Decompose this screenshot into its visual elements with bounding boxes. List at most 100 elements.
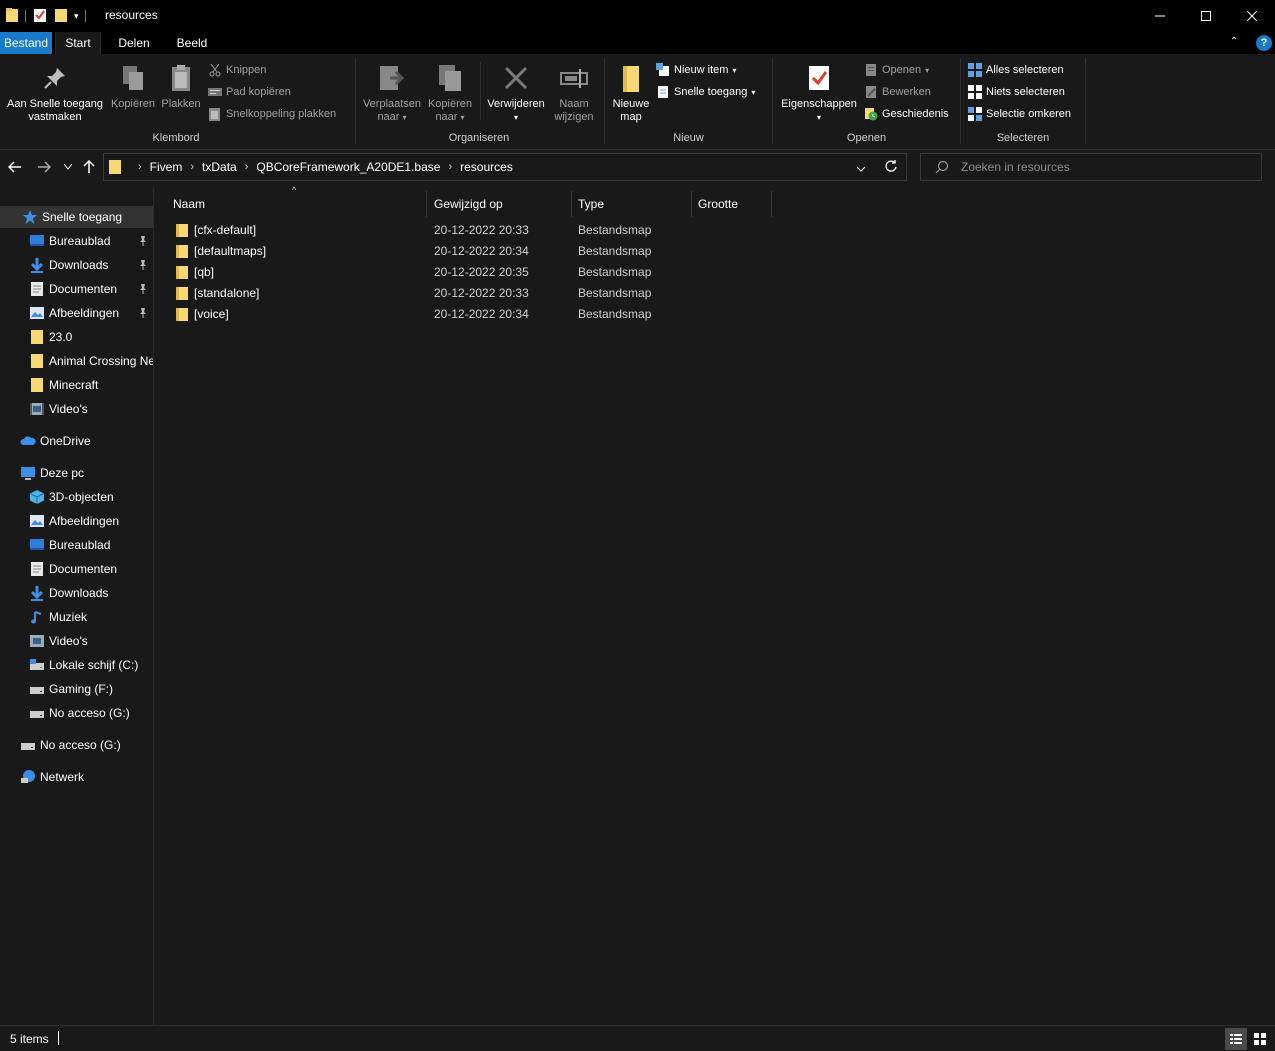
properties-icon[interactable] xyxy=(32,7,48,26)
pin-quick-access-button[interactable]: Aan Snelle toegang vastmaken xyxy=(2,56,108,124)
easy-access-button[interactable]: Snelle toegang ▾ xyxy=(656,82,755,102)
column-header-size[interactable]: Grootte xyxy=(692,191,772,217)
file-row[interactable]: [defaultmaps] 20-12-2022 20:34 Bestandsm… xyxy=(167,241,767,262)
copy-to-button[interactable]: Kopiëren naar ▾ xyxy=(425,56,475,124)
back-button[interactable] xyxy=(4,156,26,178)
nav-pc-bureaublad[interactable]: Bureaublad xyxy=(0,534,153,556)
nav-pc-3d-objects[interactable]: 3D-objecten xyxy=(0,486,153,508)
nav-pc-drive-f[interactable]: Gaming (F:) xyxy=(0,678,153,700)
nav-recent-animal-crossing[interactable]: Animal Crossing New Horizons xyxy=(0,350,153,372)
file-modified: 20-12-2022 20:34 xyxy=(434,307,529,321)
select-all-button[interactable]: Alles selecteren xyxy=(968,60,1064,80)
address-bar[interactable]: › Fivem › txData › QBCoreFramework_A20DE… xyxy=(103,153,907,181)
column-header-type[interactable]: Type xyxy=(572,191,692,217)
search-input[interactable]: Zoeken in resources xyxy=(920,153,1262,181)
file-modified: 20-12-2022 20:34 xyxy=(434,244,529,258)
refresh-button[interactable] xyxy=(884,159,898,176)
close-button[interactable] xyxy=(1229,0,1275,32)
maximize-button[interactable] xyxy=(1183,0,1229,32)
cut-button[interactable]: Knippen xyxy=(208,60,266,80)
up-button[interactable] xyxy=(78,156,100,178)
folder-icon[interactable] xyxy=(5,7,19,26)
file-row[interactable]: [cfx-default] 20-12-2022 20:33 Bestandsm… xyxy=(167,220,767,241)
drive-icon xyxy=(30,711,44,718)
nav-pc-drive-g[interactable]: No acceso (G:) xyxy=(0,702,153,724)
rename-button[interactable]: Naam wijzigen xyxy=(549,56,599,124)
new-folder-button[interactable]: Nieuwe map xyxy=(608,56,654,124)
address-history-dropdown[interactable] xyxy=(856,162,866,176)
pin-icon xyxy=(39,62,71,94)
copy-button[interactable]: Kopiëren xyxy=(108,56,158,111)
breadcrumb-resources[interactable]: resources xyxy=(456,160,517,174)
nav-recent-videos[interactable]: Video's xyxy=(0,398,153,420)
invert-selection-button[interactable]: Selectie omkeren xyxy=(968,104,1071,124)
column-header-name[interactable]: Naam xyxy=(167,191,427,217)
tab-beeld[interactable]: Beeld xyxy=(168,32,216,54)
nav-pc-drive-c[interactable]: Lokale schijf (C:) xyxy=(0,654,153,676)
forward-button[interactable] xyxy=(33,156,55,178)
collapse-ribbon-icon[interactable]: ⌃ xyxy=(1230,36,1238,47)
nav-pinned-documenten[interactable]: Documenten xyxy=(0,278,153,300)
scissors-icon xyxy=(209,63,221,77)
properties-button[interactable]: Eigenschappen ▾ xyxy=(776,56,862,124)
open-button[interactable]: Openen ▾ xyxy=(864,60,929,80)
maximize-icon xyxy=(1201,11,1211,21)
nav-pc-downloads[interactable]: Downloads xyxy=(0,582,153,604)
nav-pc-afbeeldingen[interactable]: Afbeeldingen xyxy=(0,510,153,532)
file-row[interactable]: [voice] 20-12-2022 20:34 Bestandsmap xyxy=(167,304,767,325)
breadcrumb-txdata[interactable]: txData xyxy=(198,160,241,174)
select-none-button[interactable]: Niets selecteren xyxy=(968,82,1065,102)
chevron-right-icon[interactable]: › xyxy=(444,161,456,173)
ribbon-separator xyxy=(355,58,356,144)
nav-pc-videos[interactable]: Video's xyxy=(0,630,153,652)
copy-path-button[interactable]: Pad kopiëren xyxy=(208,82,291,102)
file-row[interactable]: [standalone] 20-12-2022 20:33 Bestandsma… xyxy=(167,283,767,304)
details-view-button[interactable] xyxy=(1225,1028,1247,1050)
pictures-icon xyxy=(30,307,44,319)
history-button[interactable]: Geschiedenis xyxy=(864,104,949,124)
nav-pinned-bureaublad[interactable]: Bureaublad xyxy=(0,230,153,252)
nav-removable-drive-g[interactable]: No acceso (G:) xyxy=(0,734,153,756)
recent-locations-button[interactable] xyxy=(58,156,78,178)
nav-onedrive[interactable]: OneDrive xyxy=(0,430,153,452)
nav-recent-minecraft[interactable]: Minecraft xyxy=(0,374,153,396)
ribbon-tabs: Bestand Start Delen Beeld ⌃ ? xyxy=(0,32,1275,54)
delete-button[interactable]: Verwijderen ▾ xyxy=(483,56,549,124)
videos-icon xyxy=(30,403,44,415)
delete-icon xyxy=(500,62,532,94)
status-bar: 5 items xyxy=(0,1025,1275,1051)
paste-shortcut-button[interactable]: Snelkoppeling plakken xyxy=(208,104,336,124)
nav-this-pc[interactable]: Deze pc xyxy=(0,462,153,484)
properties-icon xyxy=(803,62,835,94)
group-nieuw: Nieuwe map Nieuw item ▾ Snelle toegang ▾… xyxy=(606,54,771,150)
nav-recent-23[interactable]: 23.0 xyxy=(0,326,153,348)
help-icon[interactable]: ? xyxy=(1256,35,1272,51)
breadcrumb-qbcore[interactable]: QBCoreFramework_A20DE1.base xyxy=(252,160,444,174)
nav-pinned-downloads[interactable]: Downloads xyxy=(0,254,153,276)
nav-pc-muziek[interactable]: Muziek xyxy=(0,606,153,628)
breadcrumb-fivem[interactable]: Fivem xyxy=(146,160,187,174)
nav-quick-access[interactable]: Snelle toegang xyxy=(0,206,153,228)
large-icons-view-button[interactable] xyxy=(1249,1028,1271,1050)
column-header-modified[interactable]: Gewijzigd op xyxy=(428,191,572,217)
chevron-right-icon[interactable]: › xyxy=(186,161,198,173)
desktop-icon xyxy=(30,235,44,246)
title-bar: ▾ resources xyxy=(0,0,1275,32)
folder-icon xyxy=(176,266,188,279)
new-folder-icon[interactable] xyxy=(54,7,68,26)
tab-delen[interactable]: Delen xyxy=(110,32,158,54)
customize-dropdown-icon[interactable]: ▾ xyxy=(74,11,79,22)
chevron-right-icon[interactable]: › xyxy=(241,161,253,173)
nav-network[interactable]: Netwerk xyxy=(0,766,153,788)
nav-pc-documenten[interactable]: Documenten xyxy=(0,558,153,580)
minimize-button[interactable] xyxy=(1137,0,1183,32)
tab-bestand[interactable]: Bestand xyxy=(0,32,52,54)
new-item-button[interactable]: Nieuw item ▾ xyxy=(656,60,736,80)
chevron-right-icon[interactable]: › xyxy=(134,161,146,173)
move-to-button[interactable]: Verplaatsen naar ▾ xyxy=(359,56,425,124)
nav-pinned-afbeeldingen[interactable]: Afbeeldingen xyxy=(0,302,153,324)
paste-button[interactable]: Plakken xyxy=(158,56,204,111)
edit-button[interactable]: Bewerken xyxy=(864,82,931,102)
file-row[interactable]: [qb] 20-12-2022 20:35 Bestandsmap xyxy=(167,262,767,283)
tab-start[interactable]: Start xyxy=(55,32,101,54)
